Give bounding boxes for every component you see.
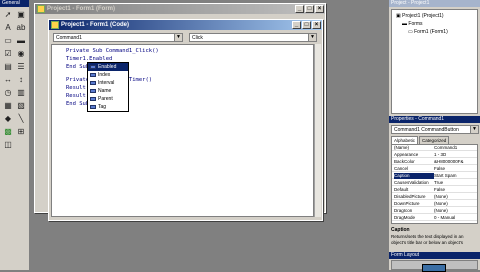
option-icon[interactable]: ◉ xyxy=(16,49,26,59)
property-icon xyxy=(90,105,96,109)
code-line[interactable]: Result xyxy=(66,93,86,99)
property-icon xyxy=(90,73,96,77)
list-item-label: Tag xyxy=(98,104,107,110)
form-layout-title: Form Layout xyxy=(389,252,480,259)
list-item[interactable]: Tag xyxy=(88,103,128,111)
form-layout-preview[interactable] xyxy=(391,260,478,272)
tab-categorized[interactable]: Categorized xyxy=(419,136,450,144)
property-row[interactable]: Caption Start Spam xyxy=(392,173,477,179)
list-item[interactable]: Name xyxy=(88,87,128,95)
properties-object-combo[interactable]: Command1 CommandButton ▼ xyxy=(391,125,479,134)
shape-icon[interactable]: ◆ xyxy=(3,114,13,124)
property-icon xyxy=(90,97,96,101)
code-line[interactable]: Result xyxy=(66,85,86,91)
button-icon[interactable]: ▬ xyxy=(16,36,26,46)
minimize-icon[interactable]: _ xyxy=(295,5,304,13)
property-row[interactable]: (Name) Command1 xyxy=(392,145,477,151)
tree-item[interactable]: ▣ Project1 (Project1) xyxy=(396,13,444,19)
project-panel-title: Project - Project1 xyxy=(389,0,480,7)
form-icon xyxy=(37,5,45,13)
list-item-label: Enabled xyxy=(98,64,117,70)
file-icon[interactable]: ▧ xyxy=(16,101,26,111)
tree-item[interactable]: ▬ Forms xyxy=(402,21,423,27)
textbox-icon[interactable]: ab xyxy=(16,23,26,33)
code-window[interactable]: Project1 - Form1 (Code) _ □ × Command1 ▼… xyxy=(48,19,323,221)
object-combo[interactable]: Command1 ▼ xyxy=(53,33,183,42)
close-icon[interactable]: × xyxy=(312,21,321,29)
chevron-down-icon[interactable]: ▼ xyxy=(308,34,316,41)
combobox-icon[interactable]: ▤ xyxy=(3,62,13,72)
listbox-icon[interactable]: ☰ xyxy=(16,62,26,72)
chevron-down-icon[interactable]: ▼ xyxy=(470,126,478,133)
property-icon xyxy=(90,65,96,69)
pointer-icon[interactable]: ➚ xyxy=(3,10,13,20)
hscroll-icon[interactable]: ↔ xyxy=(3,75,13,85)
code-icon xyxy=(51,21,59,29)
data-icon[interactable]: ⊞ xyxy=(16,127,26,137)
list-item[interactable]: Interval xyxy=(88,79,128,87)
procedure-combo[interactable]: Click ▼ xyxy=(189,33,317,42)
code-line[interactable]: End Sub xyxy=(66,101,89,107)
code-window-title: Project1 - Form1 (Code) xyxy=(61,22,130,28)
dir-icon[interactable]: ▦ xyxy=(3,101,13,111)
object-combo-value: Command1 xyxy=(56,35,82,41)
checkbox-icon[interactable]: ☑ xyxy=(3,49,13,59)
property-row[interactable]: DownPicture (None) xyxy=(392,201,477,207)
property-row[interactable]: BackColor &H8000000F& xyxy=(392,159,477,165)
toolbox-title: General xyxy=(0,0,29,7)
form-window-titlebar[interactable]: Project1 - Form1 (Form) _ □ × xyxy=(35,4,325,14)
vscroll-icon[interactable]: ↕ xyxy=(16,75,26,85)
code-window-titlebar[interactable]: Project1 - Form1 (Code) _ □ × xyxy=(49,20,322,30)
list-item[interactable]: Parent xyxy=(88,95,128,103)
drive-icon[interactable]: ▥ xyxy=(16,88,26,98)
property-description-title: Caption xyxy=(391,227,410,233)
list-item-label: Interval xyxy=(98,80,115,86)
frame-icon[interactable]: ▭ xyxy=(3,36,13,46)
ole-icon[interactable]: ◫ xyxy=(3,140,13,150)
property-description-text: Returns/sets the text displayed in an ob… xyxy=(391,234,464,245)
property-row[interactable]: Default False xyxy=(392,187,477,193)
property-icon xyxy=(90,81,96,85)
procedure-combo-value: Click xyxy=(192,35,203,41)
property-row[interactable]: DragIcon (None) xyxy=(392,208,477,214)
picture-icon[interactable]: ▣ xyxy=(16,10,26,20)
properties-grid[interactable]: (Name) Command1 Appearance 1 - 3D BackColo… xyxy=(391,144,478,224)
properties-panel-title: Properties - Command1 xyxy=(389,116,480,123)
property-icon xyxy=(90,89,96,93)
project-tree[interactable]: ▣ Project1 (Project1) ▬ Forms ▭ Form1 (F… xyxy=(391,9,478,114)
properties-object-value: Command1 CommandButton xyxy=(394,127,459,133)
maximize-icon[interactable]: □ xyxy=(302,21,311,29)
maximize-icon[interactable]: □ xyxy=(305,5,314,13)
property-row[interactable]: CausesValidation True xyxy=(392,180,477,186)
tab-alphabetic[interactable]: Alphabetic xyxy=(391,136,419,144)
monitor-icon xyxy=(422,264,446,272)
autocomplete-list[interactable]: Enabled Index Interval Name Parent Tag xyxy=(87,62,129,112)
list-item-label: Name xyxy=(98,88,112,94)
list-item[interactable]: Index xyxy=(88,71,128,79)
property-row[interactable]: Cancel False xyxy=(392,166,477,172)
form-window-title: Project1 - Form1 (Form) xyxy=(47,6,116,12)
code-scrollbar[interactable] xyxy=(314,44,321,217)
tree-item[interactable]: ▭ Form1 (Form1) xyxy=(408,29,448,35)
chevron-down-icon[interactable]: ▼ xyxy=(174,34,182,41)
image-icon[interactable]: ▩ xyxy=(3,127,13,137)
mdi-workspace: Project1 - Form1 (Form) _ □ × Project1 -… xyxy=(30,0,388,270)
code-line[interactable]: End Sub xyxy=(66,64,89,70)
property-row[interactable]: DragMode 0 - Manual xyxy=(392,215,477,221)
timer-icon[interactable]: ◷ xyxy=(3,88,13,98)
right-dock: Project - Project1 ▣ Project1 (Project1)… xyxy=(388,0,480,272)
line-icon[interactable]: ╲ xyxy=(16,114,26,124)
label-icon[interactable]: A xyxy=(3,23,13,33)
minimize-icon[interactable]: _ xyxy=(292,21,301,29)
list-item-label: Parent xyxy=(98,96,113,102)
property-row[interactable]: Appearance 1 - 3D xyxy=(392,152,477,158)
property-row[interactable]: DisabledPicture (None) xyxy=(392,194,477,200)
code-line[interactable]: Private Sub Command1_Click() xyxy=(66,48,159,54)
list-item[interactable]: Enabled xyxy=(88,63,128,71)
toolbox: General ➚ ▣ A ab ▭ ▬ ☑ ◉ ▤ ☰ ↔ ↕ ◷ ▥ ▦ ▧… xyxy=(0,0,30,270)
close-icon[interactable]: × xyxy=(315,5,324,13)
list-item-label: Index xyxy=(98,72,111,78)
